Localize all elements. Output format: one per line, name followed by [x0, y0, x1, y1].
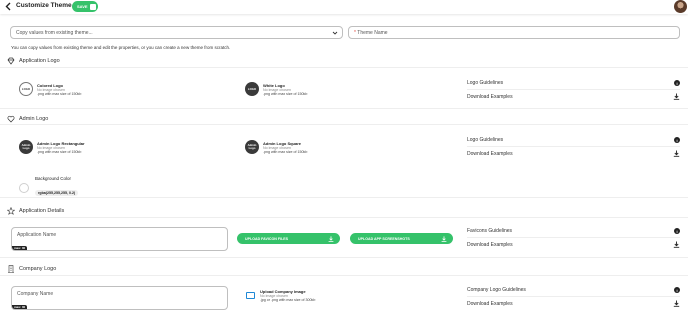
- logo-format: .png with max size of 150kb: [263, 91, 308, 96]
- floppy-icon: [89, 3, 96, 10]
- image-icon: [246, 292, 255, 299]
- info-icon[interactable]: i: [674, 228, 680, 234]
- download-icon[interactable]: [673, 93, 680, 100]
- download-label: Download Examples: [467, 93, 513, 100]
- logo-title: Admin Logo Rectangular: [37, 140, 85, 146]
- avatar[interactable]: [674, 0, 687, 13]
- upload-screenshots-label: UPLOAD APP SCREENSHOTS: [358, 236, 410, 241]
- section-title: Admin Logo: [19, 116, 49, 122]
- logo-format: .png with max size of 150kb: [37, 149, 82, 154]
- guidelines-label: Company Logo Guidelines: [467, 287, 526, 293]
- divider: [0, 275, 688, 276]
- logo-format: .png with max size of 150kb: [37, 91, 82, 96]
- background-color-picker[interactable]: Background Color rgba(255,255,255, 0.2): [19, 176, 79, 199]
- logo-guidelines-link[interactable]: Logo Guidelines i: [467, 77, 680, 90]
- download-examples-link[interactable]: Download Examples: [467, 90, 680, 103]
- download-examples-link[interactable]: Download Examples: [467, 238, 680, 251]
- section-admin-logo: Admin Logo: [7, 114, 48, 124]
- divider: [0, 67, 688, 68]
- application-name-placeholder: Application Name: [17, 232, 57, 238]
- section-application-details: Application Details: [7, 206, 64, 216]
- download-icon[interactable]: [673, 241, 680, 248]
- company-image-upload[interactable]: Upload Company Image No image chosen .jp…: [246, 289, 315, 302]
- page-title: Customize Theme: [16, 2, 72, 9]
- divider: [0, 124, 688, 125]
- copy-theme-select[interactable]: Copy values from existing theme...: [10, 26, 343, 39]
- colored-logo-upload[interactable]: LOGO Colored Logo No image chosen .png w…: [19, 82, 81, 96]
- upload-format: .jpg or .png with max size of 300kb: [260, 298, 316, 302]
- info-icon[interactable]: i: [674, 80, 680, 86]
- section-title: Application Details: [19, 208, 65, 214]
- download-examples-link[interactable]: Download Examples: [467, 147, 680, 160]
- download-label: Download Examples: [467, 241, 513, 248]
- theme-name-field[interactable]: * Theme Name: [348, 26, 680, 39]
- required-mark: *: [354, 30, 356, 36]
- download-label: Download Examples: [467, 300, 513, 307]
- star-icon: [7, 207, 15, 215]
- application-name-input[interactable]: Application Name max: 30: [11, 227, 228, 251]
- white-logo-upload[interactable]: LOGO White Logo No image chosen .png wit…: [245, 82, 307, 96]
- hint-text: You can copy values from existing theme …: [11, 45, 231, 50]
- section-application-logo: Application Logo: [7, 56, 60, 66]
- back-arrow-icon[interactable]: [5, 2, 11, 11]
- company-logo-guidelines-link[interactable]: Company Logo Guidelines i: [467, 284, 680, 297]
- building-icon: [8, 265, 14, 273]
- logo-placeholder: Admin Logo: [19, 140, 33, 154]
- upload-favicon-label: UPLOAD FAVICON FILES: [245, 236, 289, 241]
- divider: [0, 217, 688, 218]
- upload-screenshots-button[interactable]: UPLOAD APP SCREENSHOTS: [350, 233, 453, 244]
- admin-logo-rectangular-upload[interactable]: Admin Logo Admin Logo Rectangular No ima…: [19, 140, 85, 154]
- download-icon[interactable]: [673, 150, 680, 157]
- admin-logo-square-upload[interactable]: Admin Logo Admin Logo Square No image ch…: [245, 140, 307, 154]
- divider: [0, 257, 688, 258]
- theme-name-placeholder: Theme Name: [357, 30, 388, 36]
- background-color-value: rgba(255,255,255, 0.2): [35, 190, 79, 196]
- info-icon[interactable]: i: [674, 287, 680, 293]
- max-length-badge: max: 30: [12, 246, 28, 250]
- download-examples-link[interactable]: Download Examples: [467, 297, 680, 310]
- copy-theme-placeholder: Copy values from existing theme...: [16, 30, 93, 36]
- company-name-placeholder: Company Name: [17, 291, 54, 297]
- guidelines-label: Favicons Guidelines: [467, 228, 513, 234]
- download-icon: [328, 235, 334, 242]
- guidelines-label: Logo Guidelines: [467, 80, 504, 86]
- upload-favicon-button[interactable]: UPLOAD FAVICON FILES: [237, 233, 340, 244]
- download-icon[interactable]: [673, 300, 680, 307]
- logo-guidelines-link[interactable]: Logo Guidelines i: [467, 134, 680, 147]
- save-button[interactable]: SAVE: [72, 1, 98, 12]
- download-label: Download Examples: [467, 150, 513, 157]
- section-title: Company Logo: [19, 266, 57, 272]
- divider: [0, 108, 688, 109]
- guidelines-label: Logo Guidelines: [467, 137, 504, 143]
- logo-placeholder: Admin Logo: [245, 140, 259, 154]
- logo-placeholder: LOGO: [19, 82, 33, 96]
- background-color-label: Background Color: [35, 176, 72, 181]
- diamond-icon: [7, 57, 15, 65]
- save-button-label: SAVE: [77, 4, 88, 9]
- logo-title: Admin Logo Square: [263, 140, 301, 146]
- divider: [0, 197, 688, 198]
- company-name-input[interactable]: Company Name max: 30: [11, 286, 228, 310]
- top-bar: Customize Theme SAVE: [0, 0, 688, 14]
- section-company-logo: Company Logo: [7, 264, 56, 274]
- info-icon[interactable]: i: [674, 137, 680, 143]
- heart-icon: [7, 116, 15, 123]
- max-length-badge: max: 30: [12, 305, 28, 309]
- logo-placeholder: LOGO: [245, 82, 259, 96]
- logo-format: .png with max size of 150kb: [263, 149, 308, 154]
- color-swatch[interactable]: [19, 182, 29, 193]
- chevron-down-icon: [332, 31, 338, 35]
- favicons-guidelines-link[interactable]: Favicons Guidelines i: [467, 225, 680, 238]
- section-title: Application Logo: [19, 58, 60, 64]
- download-icon: [441, 235, 447, 242]
